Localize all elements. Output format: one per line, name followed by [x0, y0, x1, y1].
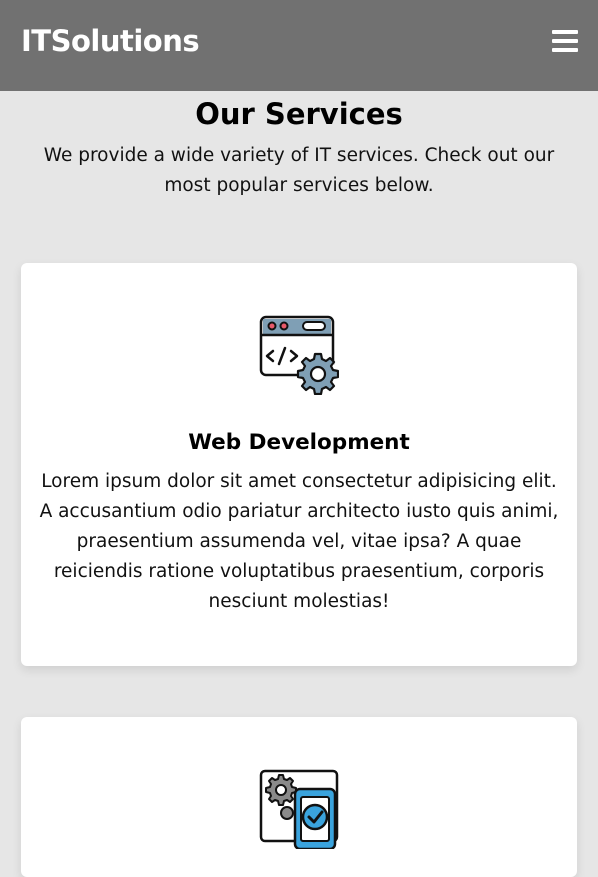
service-description: Lorem ipsum dolor sit amet consectetur a… [39, 471, 559, 612]
service-title: Web Development [188, 430, 410, 455]
service-card-web-development: Web Development Lorem ipsum dolor sit am… [21, 263, 577, 666]
services-intro: We provide a wide variety of IT services… [43, 145, 555, 196]
site-header: ITSolutions [0, 0, 598, 91]
service-card-app-development [21, 717, 577, 877]
hamburger-menu-icon[interactable] [552, 30, 579, 53]
web-development-icon [259, 315, 339, 395]
brand-logo[interactable]: ITSolutions [21, 24, 200, 58]
services-title: Our Services [195, 97, 403, 131]
app-development-icon [259, 769, 339, 849]
